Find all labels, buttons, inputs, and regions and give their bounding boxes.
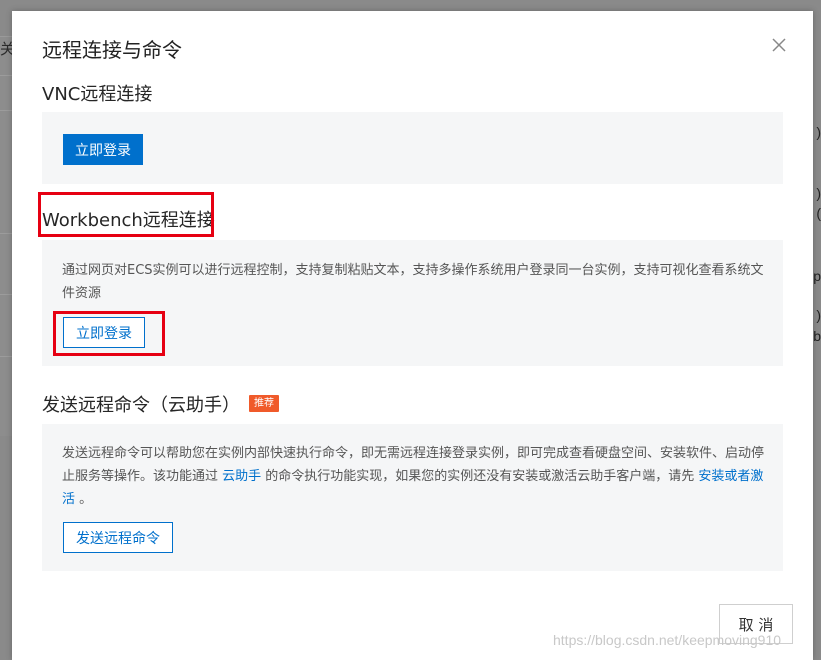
remote-connection-dialog: 远程连接与命令 VNC远程连接 立即登录 Workbench远程连接 通过网页对… bbox=[12, 11, 813, 660]
background-row-divider bbox=[0, 75, 12, 76]
background-right-fragment: ) bbox=[816, 124, 821, 140]
remote-command-description: 发送远程命令可以帮助您在实例内部快速执行命令，即无需远程连接登录实例，即可完成查… bbox=[62, 442, 767, 511]
vnc-section-title: VNC远程连接 bbox=[42, 84, 153, 105]
background-right-fragment: p bbox=[813, 268, 821, 284]
vnc-login-button[interactable]: 立即登录 bbox=[63, 134, 143, 165]
background-right-fragment: ) bbox=[816, 307, 821, 323]
workbench-description: 通过网页对ECS实例可以进行远程控制，支持复制粘贴文本，支持多操作系统用户登录同… bbox=[62, 263, 764, 301]
vnc-panel: 立即登录 bbox=[42, 112, 783, 184]
workbench-panel: 通过网页对ECS实例可以进行远程控制，支持复制粘贴文本，支持多操作系统用户登录同… bbox=[42, 240, 783, 366]
close-icon[interactable] bbox=[770, 36, 788, 54]
background-right-fragment: ( bbox=[816, 205, 821, 221]
remote-command-desc-text: 。 bbox=[75, 492, 93, 507]
background-row-divider bbox=[0, 233, 12, 234]
remote-command-desc-text: 的命令执行功能实现，如果您的实例还没有安装或激活云助手客户端，请先 bbox=[261, 469, 699, 484]
watermark: https://blog.csdn.net/keepmoving910 bbox=[553, 632, 782, 648]
background-row-divider bbox=[0, 110, 12, 111]
remote-command-section-title: 发送远程命令（云助手） bbox=[42, 395, 240, 416]
background-row-divider bbox=[0, 356, 12, 357]
recommended-badge: 推荐 bbox=[249, 395, 279, 412]
background-row-divider bbox=[0, 294, 12, 295]
workbench-login-button[interactable]: 立即登录 bbox=[63, 317, 145, 348]
dialog-title: 远程连接与命令 bbox=[42, 38, 182, 62]
remote-command-panel: 发送远程命令可以帮助您在实例内部快速执行命令，即无需远程连接登录实例，即可完成查… bbox=[42, 424, 783, 571]
background-left-column bbox=[0, 36, 12, 436]
send-remote-command-button[interactable]: 发送远程命令 bbox=[63, 522, 173, 553]
workbench-section-title: Workbench远程连接 bbox=[42, 210, 215, 231]
background-right-fragment: ) bbox=[816, 185, 821, 201]
cloud-assistant-link[interactable]: 云助手 bbox=[222, 469, 261, 484]
